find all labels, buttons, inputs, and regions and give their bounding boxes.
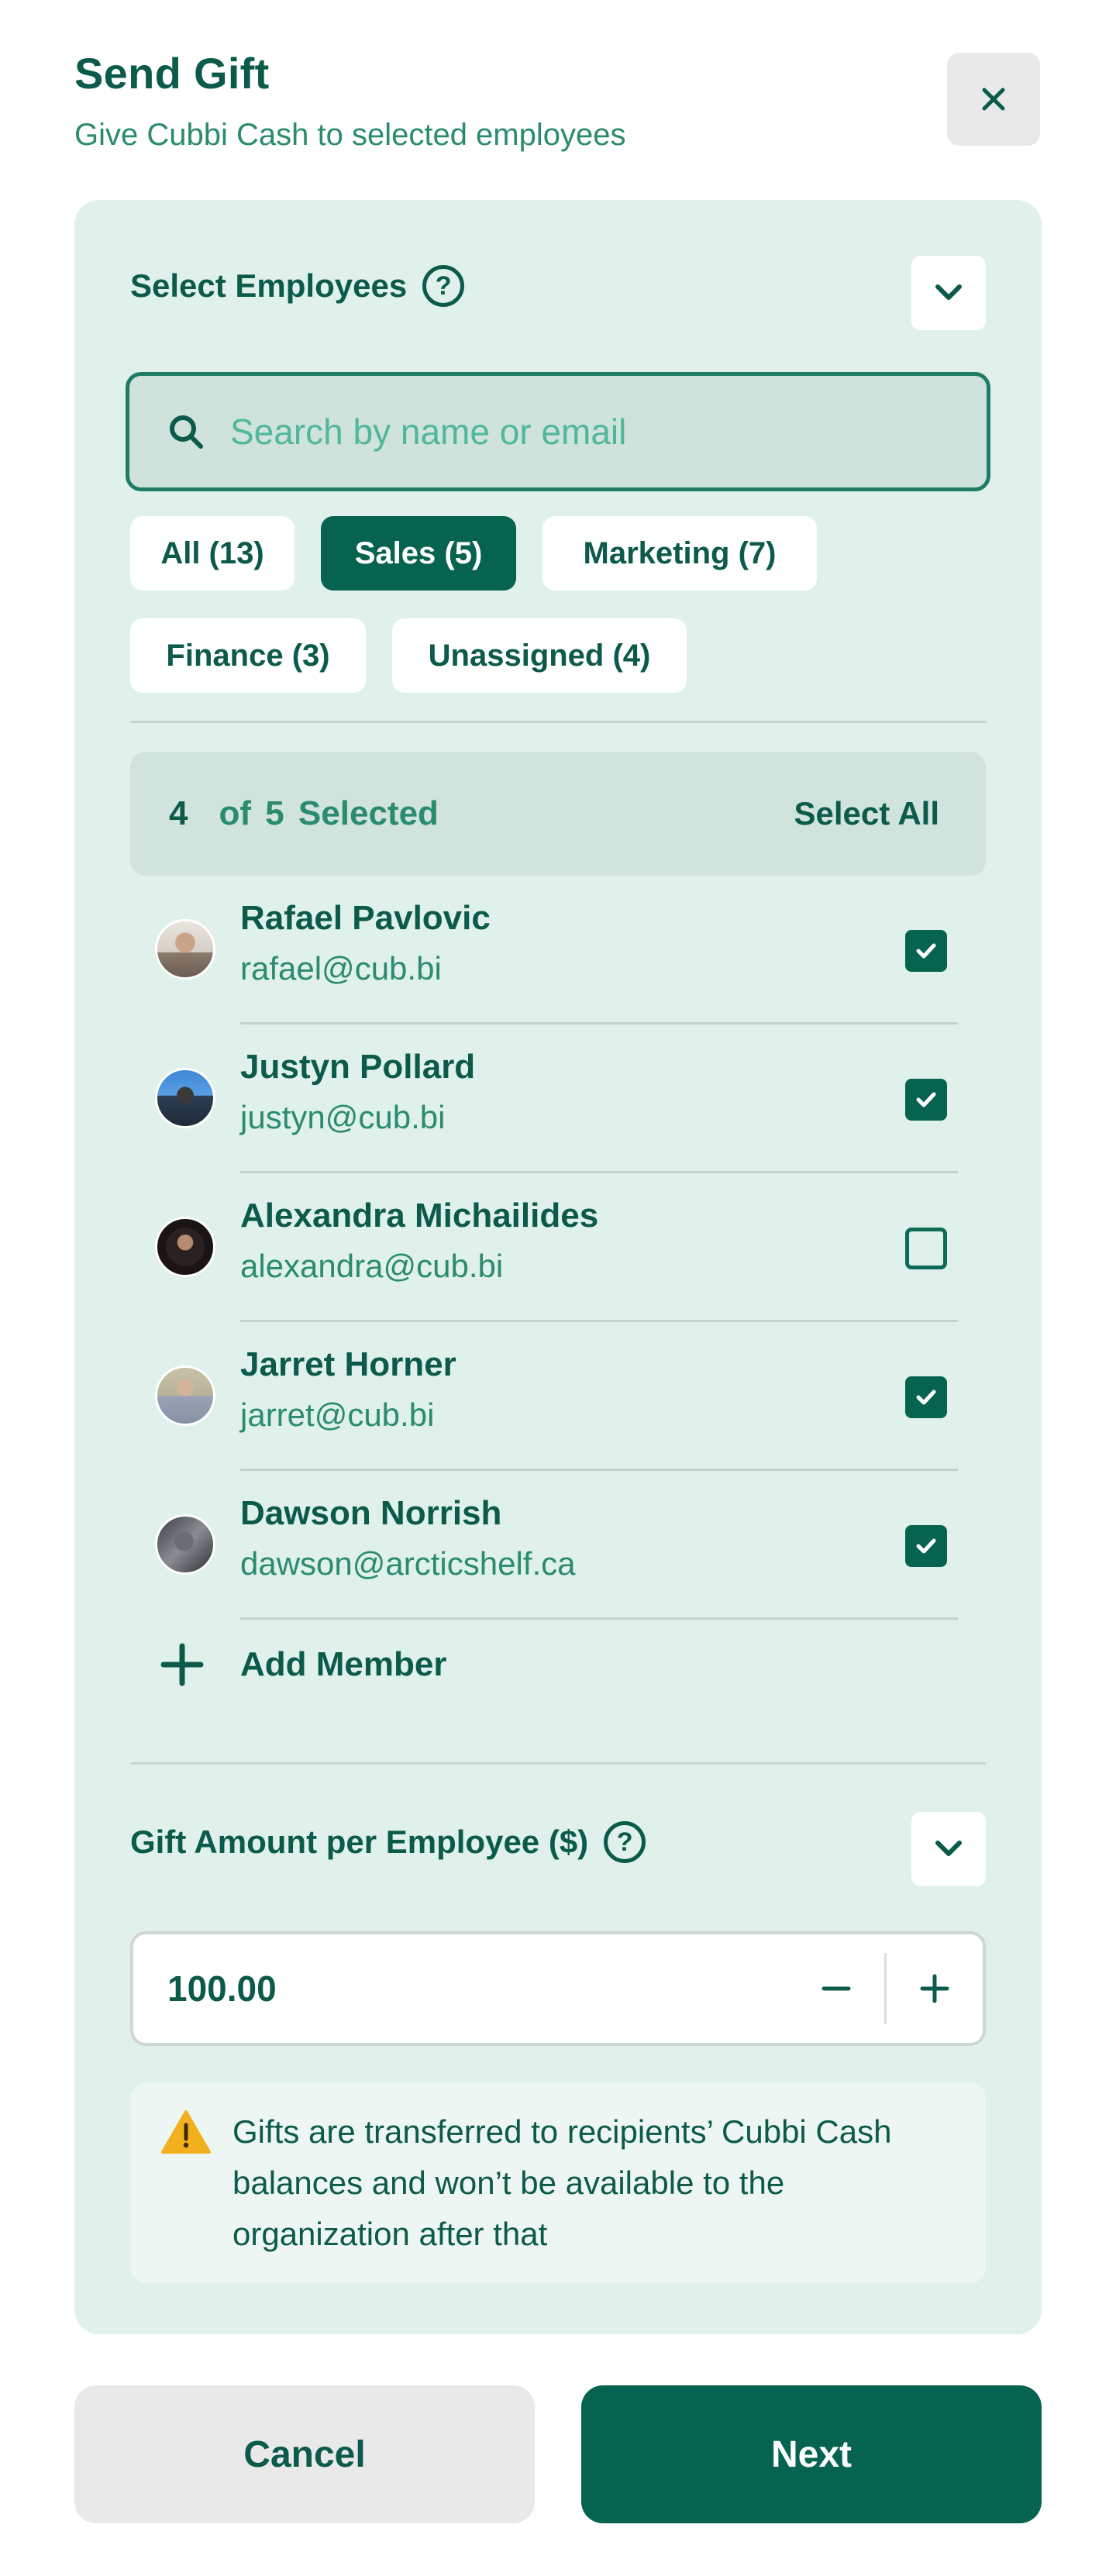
next-button[interactable]: Next: [581, 2385, 1042, 2523]
employee-checkbox[interactable]: [905, 1079, 947, 1121]
employee-checkbox[interactable]: [905, 1525, 947, 1567]
check-icon: [916, 1538, 936, 1554]
add-member-label: Add Member: [240, 1645, 447, 1683]
page-title: Send Gift: [74, 49, 270, 98]
selection-bar: 4 of 5 Selected Select All: [130, 752, 986, 876]
employee-row[interactable]: Rafael Pavlovic rafael@cub.bi: [130, 876, 986, 1025]
employee-checkbox[interactable]: [905, 930, 947, 972]
warning-icon: [161, 2110, 211, 2154]
plus-icon: [158, 1641, 206, 1689]
filter-chip-sales[interactable]: Sales (5): [321, 516, 516, 591]
employee-email: rafael@cub.bi: [240, 950, 442, 987]
employee-row[interactable]: Alexandra Michailides alexandra@cub.bi: [130, 1173, 986, 1322]
help-icon[interactable]: ?: [422, 265, 465, 307]
employee-row[interactable]: Jarret Horner jarret@cub.bi: [130, 1322, 986, 1471]
avatar: [155, 1514, 215, 1575]
warning-text: Gifts are transferred to recipients’ Cub…: [232, 2113, 892, 2252]
page-subtitle: Give Cubbi Cash to selected employees: [74, 118, 626, 152]
divider: [130, 721, 986, 723]
amount-section-title: Gift Amount per Employee ($): [130, 1824, 589, 1860]
search-icon: [165, 411, 207, 453]
employee-email: dawson@arcticshelf.ca: [240, 1545, 576, 1582]
employee-checkbox[interactable]: [905, 1376, 947, 1418]
employee-name: Rafael Pavlovic: [240, 899, 491, 937]
employee-checkbox[interactable]: [905, 1228, 947, 1269]
add-member-button[interactable]: Add Member: [130, 1626, 446, 1703]
filter-chip-marketing[interactable]: Marketing (7): [542, 516, 817, 591]
amount-collapse-button[interactable]: [911, 1812, 986, 1886]
employees-collapse-button[interactable]: [911, 256, 986, 330]
search-box[interactable]: [126, 372, 990, 491]
filter-chip-all[interactable]: All (13): [130, 516, 294, 591]
gift-form-panel: Select Employees ? All (13) Sales (5) Ma…: [74, 200, 1042, 2334]
employee-email: justyn@cub.bi: [240, 1099, 446, 1135]
employee-name: Jarret Horner: [240, 1345, 456, 1383]
close-icon: [982, 88, 1005, 111]
increment-button[interactable]: [887, 1934, 983, 2043]
filter-chip-unassigned[interactable]: Unassigned (4): [392, 618, 687, 693]
filter-chip-finance[interactable]: Finance (3): [130, 618, 366, 693]
employees-section-title: Select Employees: [130, 267, 408, 304]
minus-icon: [822, 1986, 851, 1991]
employees-section-header: Select Employees ?: [130, 265, 465, 307]
employee-name: Dawson Norrish: [240, 1494, 502, 1532]
check-icon: [916, 943, 936, 959]
warning-notice: Gifts are transferred to recipients’ Cub…: [130, 2083, 986, 2283]
selected-count: 4: [169, 794, 188, 832]
close-button[interactable]: [947, 53, 1040, 146]
employee-row[interactable]: Justyn Pollard justyn@cub.bi: [130, 1025, 986, 1173]
help-icon[interactable]: ?: [604, 1821, 646, 1863]
chevron-down-icon: [935, 1841, 962, 1856]
search-input[interactable]: [230, 411, 928, 453]
employee-email: jarret@cub.bi: [240, 1396, 435, 1433]
amount-value[interactable]: 100.00: [167, 1968, 788, 2009]
select-all-button[interactable]: Select All: [794, 795, 939, 832]
employee-name: Justyn Pollard: [240, 1048, 476, 1086]
employee-row[interactable]: Dawson Norrish dawson@arcticshelf.ca: [130, 1471, 986, 1620]
check-icon: [916, 1092, 936, 1107]
plus-icon: [920, 1974, 949, 2003]
selected-summary: of 5 Selected: [219, 794, 439, 832]
avatar: [155, 919, 215, 980]
row-divider: [240, 1617, 958, 1620]
decrement-button[interactable]: [788, 1934, 884, 2043]
avatar: [155, 1068, 215, 1128]
amount-section-header: Gift Amount per Employee ($) ?: [130, 1821, 646, 1863]
cancel-button[interactable]: Cancel: [74, 2385, 535, 2523]
avatar: [155, 1217, 215, 1277]
avatar: [155, 1365, 215, 1426]
employee-email: alexandra@cub.bi: [240, 1248, 504, 1284]
employee-name: Alexandra Michailides: [240, 1197, 599, 1235]
amount-stepper[interactable]: 100.00: [130, 1931, 986, 2046]
check-icon: [916, 1390, 936, 1405]
chevron-down-icon: [935, 284, 962, 300]
divider: [130, 1762, 986, 1765]
